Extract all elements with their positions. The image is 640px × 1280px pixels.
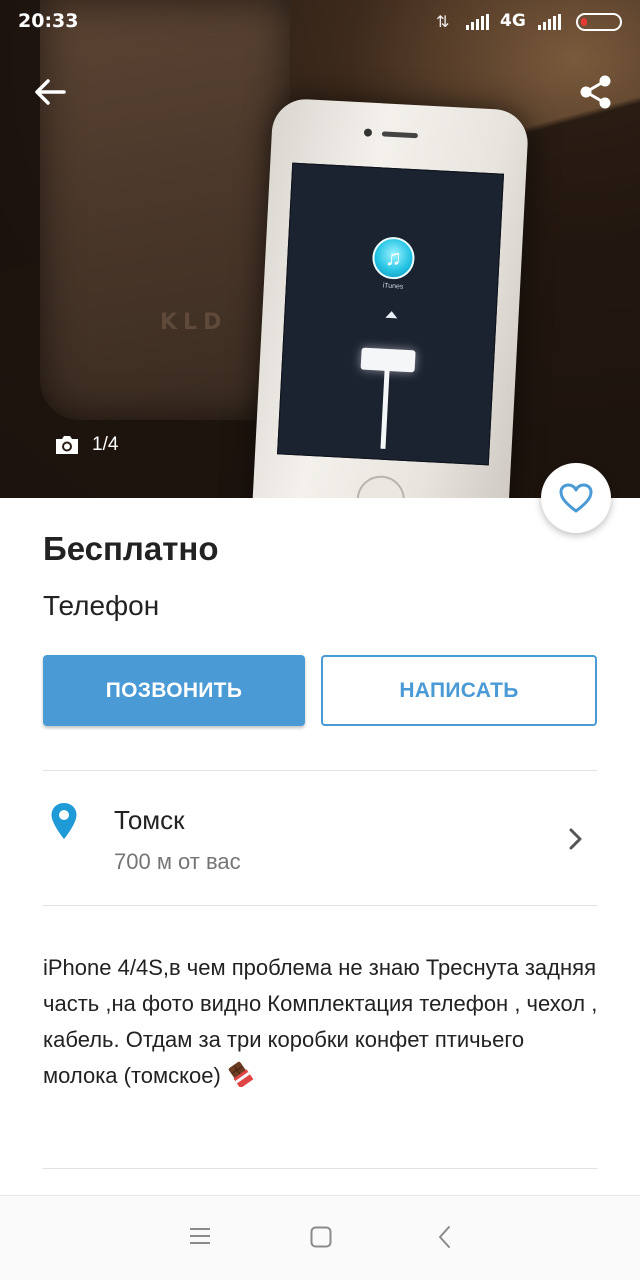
phone-home-button [355, 474, 407, 498]
square-home-icon[interactable] [309, 1225, 333, 1249]
listing-title: Телефон [43, 590, 160, 621]
location-city: Томск [114, 805, 185, 835]
system-navigation-bar [0, 1195, 640, 1280]
arrow-left-icon[interactable] [30, 72, 70, 112]
photo-counter: 1/4 [54, 434, 118, 456]
map-pin-icon [51, 803, 77, 839]
chevron-right-icon [569, 828, 582, 850]
description-text: iPhone 4/4S,в чем проблема не знаю Тресн… [43, 955, 598, 1088]
phone-screen: ♫ iTunes [277, 162, 505, 466]
itunes-label: iTunes [382, 282, 404, 291]
phone-speaker [381, 131, 419, 139]
write-message-button[interactable]: НАПИСАТЬ [321, 655, 597, 726]
location-distance: 700 м от вас [114, 849, 241, 874]
case-brand-logo: KLD [160, 310, 228, 335]
location-row[interactable]: Томск 700 м от вас [43, 771, 597, 905]
status-bar: 20:33 ⇅ 4G [0, 0, 640, 44]
heart-outline-icon [559, 483, 593, 513]
phone-case [40, 0, 290, 420]
photo-counter-text: 1/4 [92, 434, 119, 455]
itunes-icon: ♫ [371, 236, 416, 281]
listing-photo[interactable]: KLD ♫ iTunes 1/4 [0, 0, 640, 498]
divider [43, 905, 597, 906]
chocolate-bar-emoji [228, 1061, 253, 1087]
signal-icon-2 [538, 14, 561, 30]
listing-price: Бесплатно [43, 530, 219, 567]
camera-icon [56, 436, 78, 454]
signal-icon [466, 14, 489, 30]
phone-camera [363, 128, 373, 137]
data-transfer-icon: ⇅ [436, 12, 450, 31]
divider [43, 1168, 597, 1169]
network-type: 4G [500, 11, 526, 31]
phone-in-photo: ♫ iTunes [250, 97, 530, 498]
favorite-button[interactable] [541, 463, 611, 533]
arrow-up-icon [385, 310, 398, 319]
triangle-back-icon[interactable] [433, 1225, 457, 1249]
cable-line [380, 368, 390, 449]
listing-description: iPhone 4/4S,в чем проблема не знаю Тресн… [43, 950, 603, 1094]
status-time: 20:33 [18, 10, 79, 32]
share-icon[interactable] [576, 72, 616, 112]
menu-icon[interactable] [188, 1224, 212, 1248]
call-button[interactable]: ПОЗВОНИТЬ [43, 655, 305, 726]
battery-icon [576, 13, 622, 31]
